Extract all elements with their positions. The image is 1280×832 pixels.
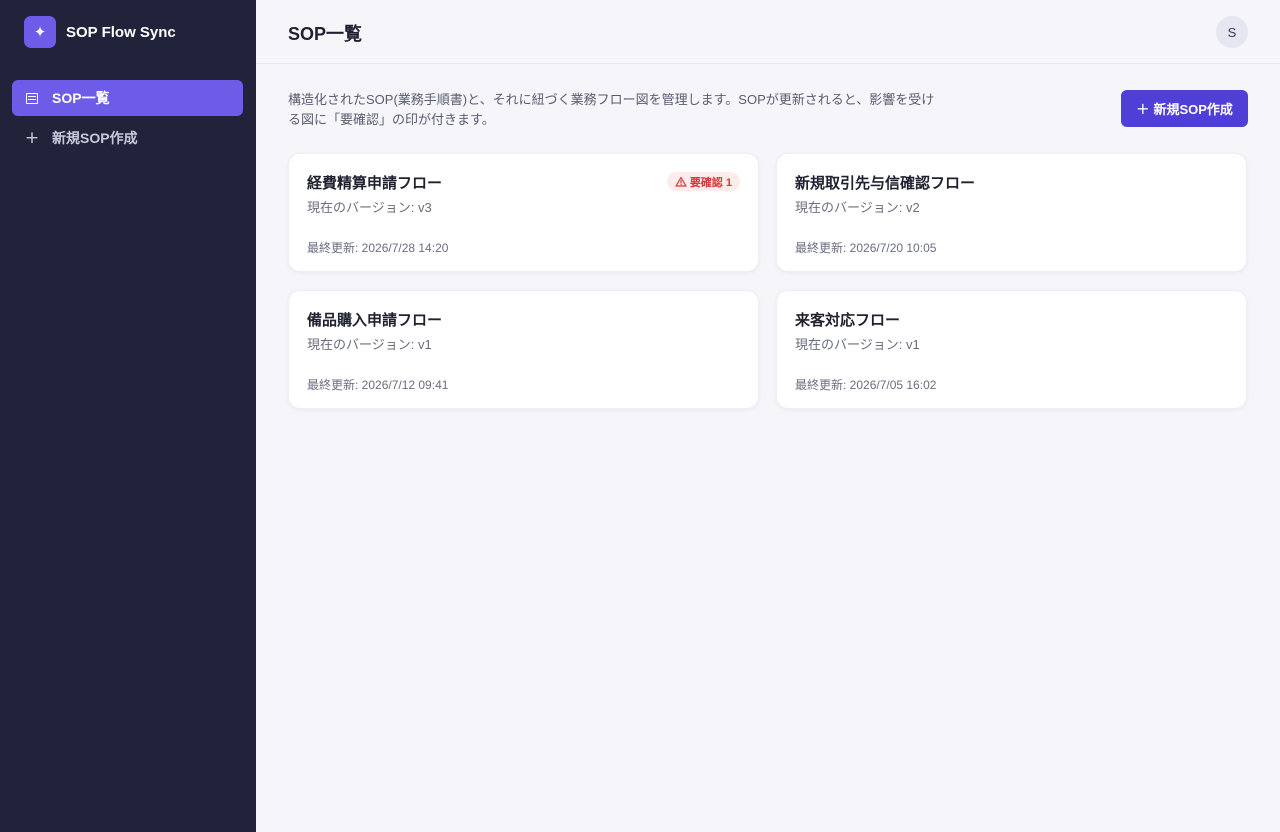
page-title: SOP一覧 [288, 24, 363, 44]
top-header: SOP一覧 S [256, 0, 1280, 64]
sop-card[interactable]: 来客対応フロー 現在のバージョン: v1 最終更新: 2026/7/05 16:… [776, 290, 1247, 409]
new-sop-button-label: 新規SOP作成 [1153, 102, 1233, 117]
sidebar-item-sop-list[interactable]: SOP一覧 [12, 80, 243, 116]
plus-icon: + [24, 128, 40, 148]
sop-card-version: 現在のバージョン: v1 [307, 337, 432, 352]
plus-icon: + [1136, 99, 1150, 118]
sop-card-title: 経費精算申請フロー [307, 175, 443, 192]
new-sop-button[interactable]: + 新規SOP作成 [1121, 90, 1248, 127]
sop-card-title: 新規取引先与信確認フロー [795, 175, 976, 192]
needs-review-badge: 要確認 1 [666, 172, 740, 191]
sop-card-version: 現在のバージョン: v2 [795, 200, 920, 215]
sop-card[interactable]: 経費精算申請フロー 要確認 1 現在のバージョン: v3 最終更新: 2026/… [288, 153, 759, 272]
sop-card[interactable]: 新規取引先与信確認フロー 現在のバージョン: v2 最終更新: 2026/7/2… [776, 153, 1247, 272]
sop-card-updated: 最終更新: 2026/7/20 10:05 [795, 241, 937, 255]
sidebar-nav: SOP一覧 + 新規SOP作成 [12, 80, 243, 160]
sidebar-item-new-sop[interactable]: + 新規SOP作成 [12, 120, 243, 156]
warning-icon [675, 176, 687, 187]
user-avatar[interactable]: S [1216, 16, 1248, 48]
sidebar-item-label: 新規SOP作成 [52, 130, 138, 146]
sidebar: ✦ SOP Flow Sync SOP一覧 + 新規SOP作成 [0, 0, 256, 832]
sop-card-version: 現在のバージョン: v3 [307, 200, 432, 215]
sparkle-logo-icon: ✦ [24, 16, 56, 48]
sop-card-version: 現在のバージョン: v1 [795, 337, 920, 352]
sop-card-updated: 最終更新: 2026/7/28 14:20 [307, 241, 449, 255]
sop-card[interactable]: 備品購入申請フロー 現在のバージョン: v1 最終更新: 2026/7/12 0… [288, 290, 759, 409]
brand[interactable]: ✦ SOP Flow Sync [24, 16, 176, 48]
sidebar-item-label: SOP一覧 [52, 90, 110, 106]
app-name: SOP Flow Sync [66, 23, 176, 41]
sop-card-updated: 最終更新: 2026/7/05 16:02 [795, 378, 937, 392]
sop-card-updated: 最終更新: 2026/7/12 09:41 [307, 378, 449, 392]
sop-card-title: 備品購入申請フロー [307, 312, 443, 329]
sop-card-title: 来客対応フロー [795, 312, 901, 329]
badge-label: 要確認 1 [689, 176, 732, 189]
list-icon [25, 91, 39, 105]
page-description: 構造化されたSOP(業務手順書)と、それに紐づく業務フロー図を管理します。SOP… [288, 92, 935, 127]
